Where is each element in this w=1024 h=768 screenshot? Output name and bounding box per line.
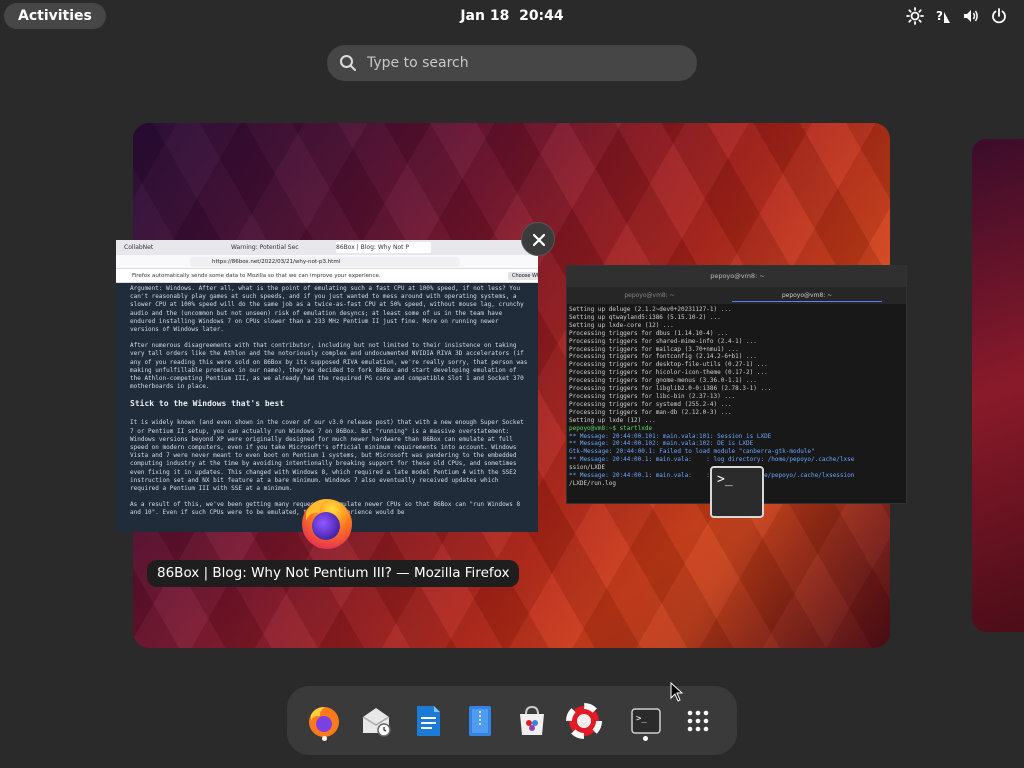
- terminal-line: Processing triggers for man-db (2.12.0-3…: [569, 408, 732, 416]
- terminal-header-bar: pepoyo@vm8: ~: [567, 266, 906, 287]
- terminal-icon: >_: [631, 708, 661, 734]
- firefox-nav-bar: https://86box.net/2022/03/21/why-not-p3.…: [116, 255, 538, 269]
- mouse-cursor-icon: [670, 682, 684, 702]
- close-icon: [532, 233, 546, 247]
- brightness-icon[interactable]: [906, 7, 924, 25]
- terminal-line: Processing triggers for systemd (255.2-4…: [569, 400, 732, 408]
- firefox-tab-bar: CollabNet Warning: Potential Sec 86Box |…: [116, 240, 538, 255]
- terminal-title: pepoyo@vm8: ~: [710, 272, 765, 280]
- activities-button[interactable]: Activities: [4, 3, 106, 29]
- terminal-line: Processing triggers for shared-mime-info…: [569, 337, 757, 345]
- dock-writer[interactable]: [410, 703, 446, 739]
- accessibility-icon[interactable]: ?: [934, 7, 952, 25]
- dock-terminal[interactable]: >_: [628, 703, 664, 739]
- terminal-line: Processing triggers for libglib2.0-0:i38…: [569, 385, 772, 393]
- terminal-line: Processing triggers for dbus (1.14.10-4)…: [569, 329, 728, 337]
- terminal-tab[interactable]: pepoyo@vm8: ~: [567, 289, 732, 302]
- terminal-output: Setting up deluge (2.1.2~dev0+20231127-1…: [567, 304, 906, 490]
- dock-firefox[interactable]: [306, 703, 342, 739]
- terminal-line: ** Message: 20:44:00.101: main.vala:101:…: [569, 432, 772, 440]
- terminal-line: Processing triggers for mailcap (3.70+nm…: [569, 345, 739, 353]
- terminal-line: Processing triggers for hicolor-icon-the…: [569, 369, 768, 377]
- terminal-line: Processing triggers for fontconfig (2.14…: [569, 353, 757, 361]
- terminal-line: Processing triggers for desktop-file-uti…: [569, 361, 768, 369]
- firefox-notification-bar: Firefox automatically sends some data to…: [116, 269, 538, 283]
- clock: Jan 18 20:44: [0, 0, 1024, 32]
- search-icon: [340, 55, 356, 71]
- terminal-line: Gtk-Message: 20:44:00.1: Failed to load …: [569, 448, 815, 456]
- firefox-tab[interactable]: CollabNet: [124, 242, 219, 253]
- terminal-line: Setting up deluge (2.1.2~dev0+20231127-1…: [569, 306, 732, 313]
- dock-software[interactable]: [514, 703, 550, 739]
- workspace-thumbnail-next[interactable]: [972, 139, 1024, 632]
- close-window-button[interactable]: [521, 222, 555, 256]
- firefox-url-bar[interactable]: https://86box.net/2022/03/21/why-not-p3.…: [190, 257, 460, 267]
- firefox-page-content: Argument: Windows. After all, what is th…: [116, 283, 538, 518]
- firefox-tab-active[interactable]: 86Box | Blog: Why Not P: [336, 242, 431, 253]
- terminal-line: Processing triggers for gnome-menus (3.3…: [569, 377, 757, 385]
- terminal-line: ** Message: 20:44:00.102: main.vala:102:…: [569, 440, 754, 448]
- firefox-icon: [309, 707, 339, 737]
- power-icon[interactable]: [990, 7, 1008, 25]
- evolution-icon: [362, 708, 391, 737]
- search-input[interactable]: [367, 45, 687, 81]
- terminal-tab-bar: pepoyo@vm8: ~ pepoyo@vm8: ~: [567, 287, 906, 304]
- svg-text:>_: >_: [636, 714, 647, 724]
- top-bar: Activities Jan 18 20:44 ?: [0, 0, 1024, 32]
- svg-text:?: ?: [936, 9, 943, 23]
- terminal-line: pepoyo@vm8:~$ startlxde: [569, 424, 653, 432]
- search-box[interactable]: [327, 45, 697, 81]
- terminal-icon: >_: [710, 466, 764, 518]
- article-paragraph: After numerous disagreements with that c…: [130, 342, 528, 391]
- dock-evolution[interactable]: [358, 703, 394, 739]
- notification-text: Firefox automatically sends some data to…: [132, 273, 381, 279]
- article-paragraph: It is widely known (and even shown in th…: [130, 419, 524, 493]
- window-title-label: 86Box | Blog: Why Not Pentium III? — Moz…: [147, 560, 520, 587]
- terminal-line: Setting up qtwayland5:i386 (5.15.10-2) .…: [569, 313, 721, 321]
- running-indicator: [643, 736, 648, 741]
- software-icon: [520, 705, 544, 735]
- dock-app-grid[interactable]: [680, 703, 716, 739]
- running-indicator: [322, 736, 327, 741]
- firefox-icon: [302, 499, 352, 549]
- firefox-tab[interactable]: Warning: Potential Sec: [231, 242, 326, 253]
- terminal-line: ** Message: 20:44:00.1: main.vala: : log…: [569, 456, 855, 464]
- help-icon: [566, 703, 602, 739]
- writer-icon: [417, 706, 440, 736]
- terminal-line: Setting up lxde-core (12) ...: [569, 321, 674, 329]
- dock-text-editor[interactable]: [462, 703, 498, 739]
- app-grid-icon: [687, 710, 709, 732]
- terminal-line: Setting up lxde (12) ...: [569, 416, 656, 424]
- article-paragraph: Argument: Windows. After all, what is th…: [130, 285, 524, 334]
- firefox-window-preview[interactable]: CollabNet Warning: Potential Sec 86Box |…: [116, 240, 538, 532]
- volume-icon[interactable]: [962, 7, 980, 25]
- clock-label[interactable]: Jan 18 20:44: [460, 8, 563, 24]
- dock-help[interactable]: [566, 703, 602, 739]
- terminal-line: Processing triggers for libc-bin (2.37-1…: [569, 392, 736, 400]
- terminal-tab-active[interactable]: pepoyo@vm8: ~: [732, 289, 882, 302]
- article-heading: Stick to the Windows that's best: [130, 399, 285, 409]
- text-editor-icon: [469, 706, 491, 736]
- choose-what-i-share-button[interactable]: Choose What I Share: [508, 272, 538, 280]
